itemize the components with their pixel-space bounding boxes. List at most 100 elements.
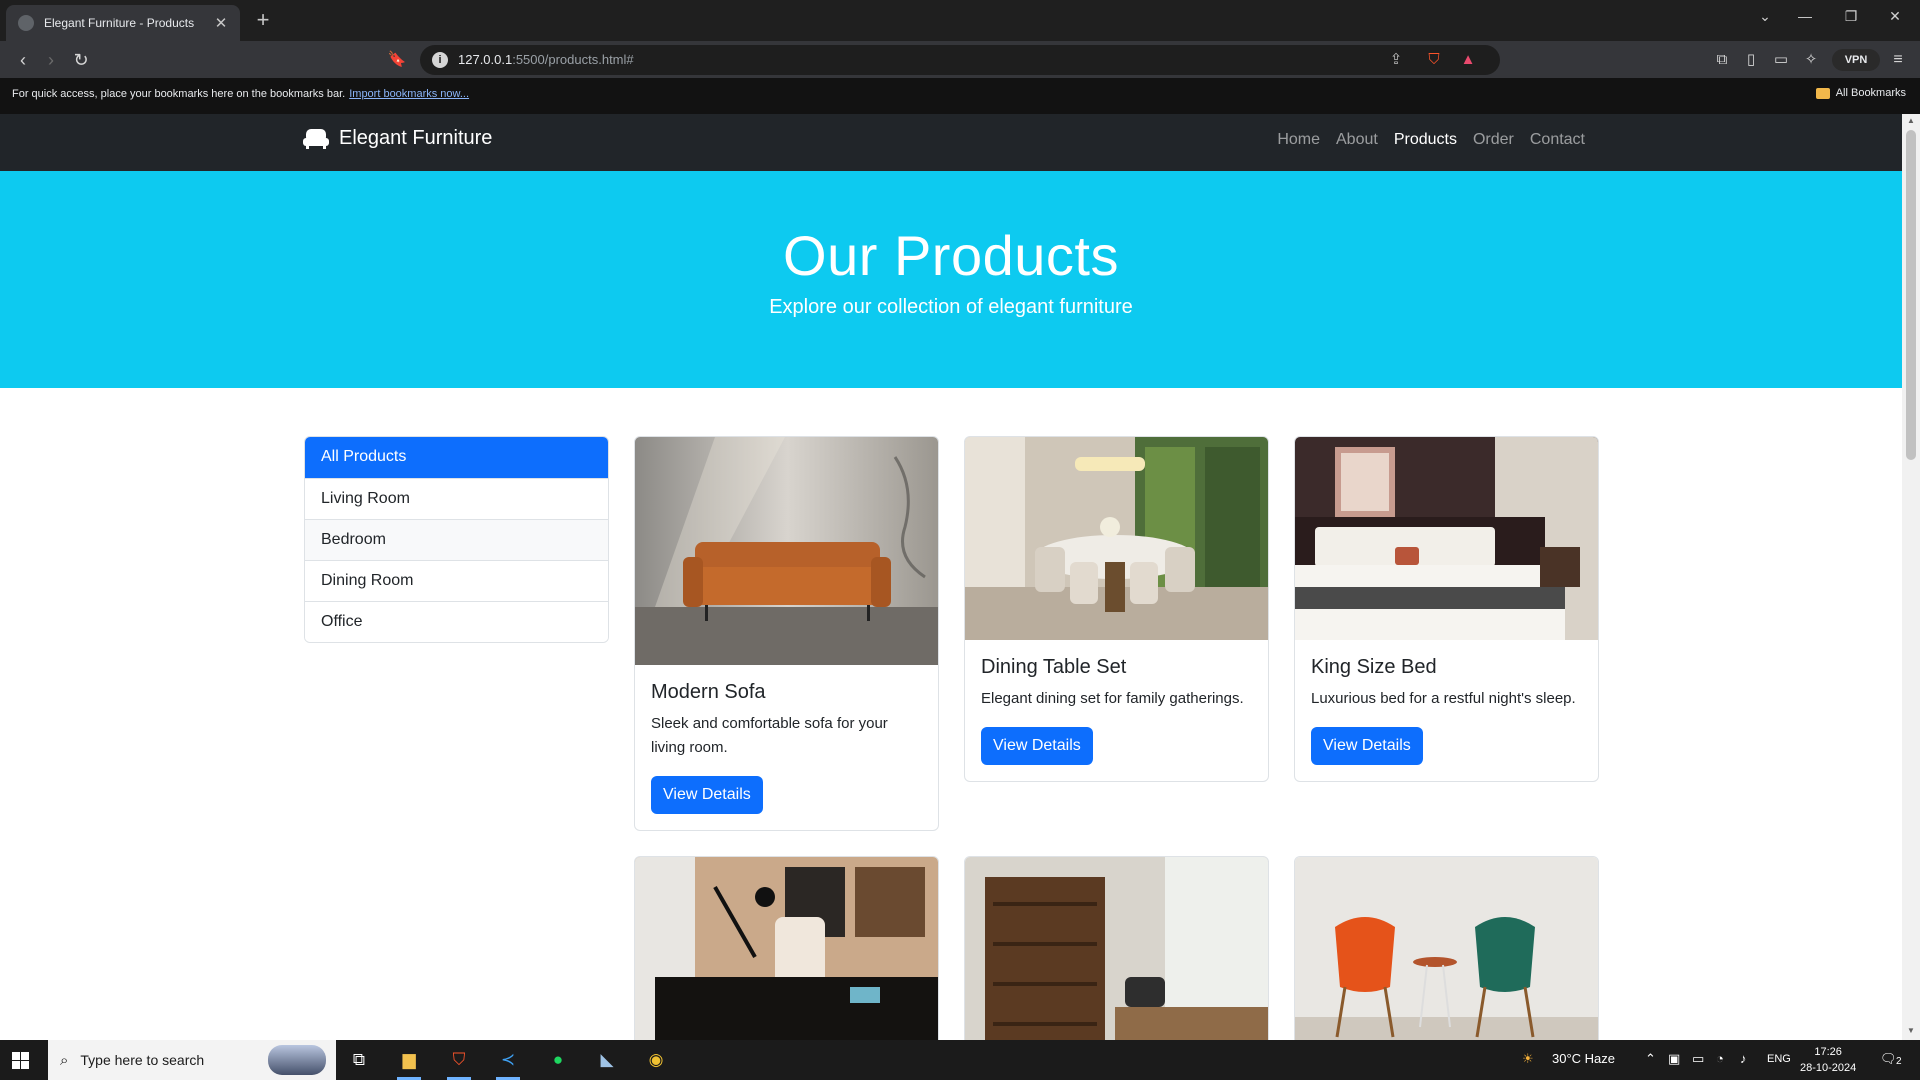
browser-tab[interactable]: Elegant Furniture - Products ✕ (6, 5, 240, 41)
nav-links: Home About Products Order Contact (1269, 131, 1593, 149)
battery-icon[interactable]: ▭ (1692, 1051, 1704, 1067)
menu-icon[interactable]: ≡ (1885, 47, 1911, 73)
product-title: Modern Sofa (651, 681, 766, 703)
url-text[interactable]: 127.0.0.1:5500/products.html# (458, 52, 634, 67)
search-icon: ⌕ (60, 1051, 69, 1069)
category-office[interactable]: Office (305, 601, 608, 642)
product-image-bookshelf (965, 857, 1268, 1040)
leo-ai-icon[interactable]: ✧ (1798, 47, 1824, 73)
spotify-icon[interactable]: ● (543, 1046, 573, 1074)
brave-browser-icon[interactable]: ⛉ (444, 1046, 474, 1074)
nav-order[interactable]: Order (1465, 131, 1522, 149)
scroll-thumb[interactable] (1906, 130, 1916, 460)
page-title: Our Products (783, 224, 1119, 287)
windows-taskbar: ⌕ Type here to search ⧉ ▆ ⛉ ≺ ● ◣ ◉ ☀ 30… (0, 1040, 1920, 1080)
couch-icon (303, 128, 329, 149)
weather-icon: ☀ (1522, 1051, 1534, 1066)
browser-tab-strip: Elegant Furniture - Products ✕ + ⌄ — ❐ ✕ (0, 0, 1920, 41)
site-info-icon[interactable]: i (432, 52, 448, 68)
nav-contact[interactable]: Contact (1522, 131, 1593, 149)
close-tab-icon[interactable]: ✕ (212, 14, 230, 32)
start-button[interactable] (12, 1052, 29, 1069)
product-card-accent-chairs (1294, 856, 1599, 1040)
product-card-modern-sofa: Modern Sofa Sleek and comfortable sofa f… (634, 436, 939, 831)
sidebar-icon[interactable]: ▯ (1738, 47, 1764, 73)
extensions-icon[interactable]: ⧉ (1709, 47, 1735, 73)
back-icon[interactable]: ‹ (10, 47, 36, 73)
notifications-icon[interactable]: 🗨 (1880, 1051, 1897, 1067)
category-bedroom[interactable]: Bedroom (305, 519, 608, 560)
brand-link[interactable]: Elegant Furniture (303, 127, 492, 150)
vpn-button[interactable]: VPN (1832, 49, 1880, 71)
category-list: All Products Living Room Bedroom Dining … (304, 436, 609, 643)
product-title: King Size Bed (1311, 656, 1437, 678)
view-details-button[interactable]: View Details (981, 727, 1093, 765)
globe-icon (18, 15, 34, 31)
vscode-icon[interactable]: ≺ (493, 1046, 523, 1074)
product-image-dining (965, 437, 1268, 640)
search-highlight-image (268, 1045, 326, 1075)
folder-icon (1815, 87, 1830, 99)
new-tab-button[interactable]: + (250, 6, 276, 34)
wallet-icon[interactable]: ▭ (1768, 47, 1794, 73)
product-card-office-desk (634, 856, 939, 1040)
wifi-icon[interactable]: ◔ (1716, 1051, 1724, 1066)
product-image-sofa (635, 437, 938, 665)
brand-name: Elegant Furniture (339, 127, 493, 149)
task-view-icon[interactable]: ⧉ (344, 1046, 374, 1074)
nav-products[interactable]: Products (1386, 131, 1465, 149)
system-clock[interactable]: 17:26 28-10-2024 (1800, 1044, 1856, 1076)
scroll-up-icon[interactable]: ▲ (1907, 116, 1915, 125)
view-details-button[interactable]: View Details (1311, 727, 1423, 765)
share-icon[interactable]: ⇪ (1386, 51, 1406, 69)
product-description: Luxurious bed for a restful night's slee… (1311, 690, 1576, 707)
brave-rewards-icon[interactable]: ▲ (1458, 51, 1478, 69)
product-image-chairs (1295, 857, 1598, 1040)
page-subtitle: Explore our collection of elegant furnit… (769, 296, 1133, 318)
nav-about[interactable]: About (1328, 131, 1386, 149)
forward-icon[interactable]: › (38, 47, 64, 73)
taskbar-search[interactable]: ⌕ Type here to search (48, 1040, 336, 1080)
bookmarks-hint: For quick access, place your bookmarks h… (12, 88, 470, 100)
product-card-dining-table: Dining Table Set Elegant dining set for … (964, 436, 1269, 782)
scroll-down-icon[interactable]: ▼ (1907, 1026, 1915, 1035)
site-navbar: Elegant Furniture Home About Products Or… (0, 114, 1902, 171)
category-dining-room[interactable]: Dining Room (305, 560, 608, 601)
product-image-office (635, 857, 938, 1040)
notification-count: 2 (1896, 1056, 1902, 1067)
view-details-button[interactable]: View Details (651, 776, 763, 814)
bookmark-icon[interactable]: 🔖 (384, 47, 410, 73)
product-description: Sleek and comfortable sofa for your livi… (651, 715, 888, 756)
weather-text[interactable]: 30°C Haze (1552, 1051, 1615, 1066)
page-viewport: Elegant Furniture Home About Products Or… (0, 114, 1902, 1040)
product-card-king-bed: King Size Bed Luxurious bed for a restfu… (1294, 436, 1599, 782)
tab-title: Elegant Furniture - Products (44, 16, 195, 30)
address-bar[interactable]: i 127.0.0.1:5500/products.html# ⇪ ⛉ ▲ (420, 45, 1500, 75)
page-scrollbar[interactable]: ▲ ▼ (1902, 114, 1920, 1040)
category-all-products[interactable]: All Products (305, 437, 608, 478)
chrome-icon[interactable]: ◉ (641, 1046, 671, 1074)
tab-search-icon[interactable]: ⌄ (1750, 8, 1780, 25)
import-bookmarks-link[interactable]: Import bookmarks now... (349, 88, 469, 100)
category-living-room[interactable]: Living Room (305, 478, 608, 519)
product-card-bookshelf (964, 856, 1269, 1040)
meet-icon[interactable]: ▣ (1668, 1051, 1680, 1067)
show-hidden-icons[interactable]: ⌃ (1645, 1051, 1656, 1067)
product-image-bed (1295, 437, 1598, 640)
hero-banner: Our Products Explore our collection of e… (0, 171, 1902, 388)
bookmarks-bar: For quick access, place your bookmarks h… (0, 78, 1920, 114)
product-description: Elegant dining set for family gatherings… (981, 690, 1244, 707)
close-window-icon[interactable]: ✕ (1880, 8, 1910, 25)
search-placeholder: Type here to search (80, 1052, 205, 1068)
minimize-icon[interactable]: — (1790, 8, 1820, 24)
language-indicator[interactable]: ENG (1767, 1053, 1791, 1065)
product-title: Dining Table Set (981, 656, 1127, 678)
all-bookmarks-button[interactable]: All Bookmarks (1815, 87, 1906, 99)
volume-icon[interactable]: ♪ (1740, 1051, 1747, 1066)
app-icon[interactable]: ◣ (592, 1046, 622, 1074)
restore-icon[interactable]: ❐ (1836, 8, 1866, 25)
nav-home[interactable]: Home (1269, 131, 1328, 149)
file-explorer-icon[interactable]: ▆ (394, 1046, 424, 1074)
brave-shields-icon[interactable]: ⛉ (1424, 51, 1444, 69)
reload-icon[interactable]: ↻ (68, 47, 94, 73)
